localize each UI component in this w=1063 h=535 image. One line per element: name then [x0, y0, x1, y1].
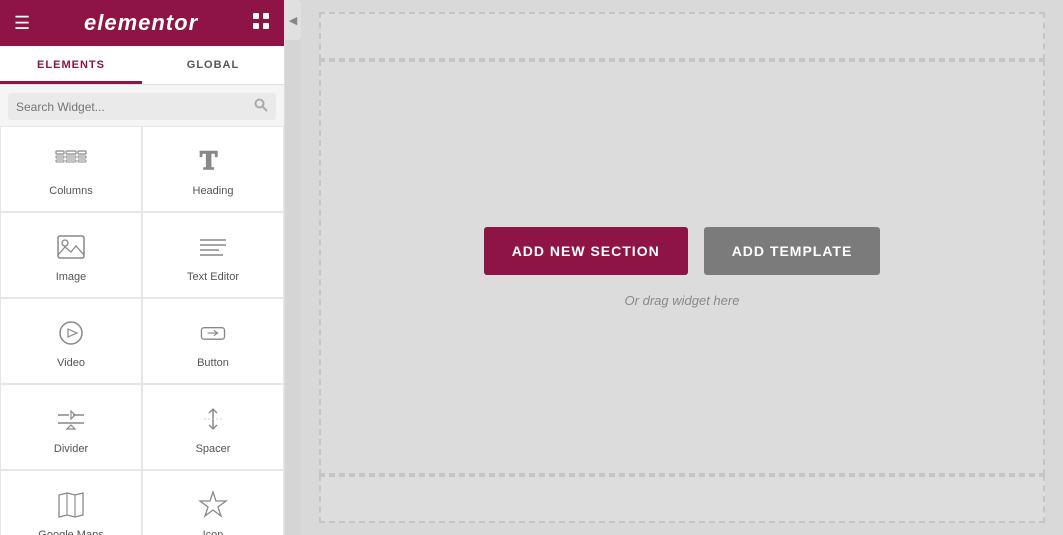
widget-button[interactable]: Button	[142, 298, 284, 384]
widget-icon[interactable]: Icon	[142, 470, 284, 535]
svg-text:T: T	[200, 146, 217, 175]
widget-spacer-label: Spacer	[196, 443, 231, 455]
widget-image[interactable]: Image	[0, 212, 142, 298]
widget-text-editor-label: Text Editor	[187, 271, 239, 283]
search-input[interactable]	[16, 100, 254, 114]
text-editor-icon	[197, 231, 229, 263]
widget-grid: Columns T Heading Image	[0, 126, 284, 535]
widget-video-label: Video	[57, 357, 85, 369]
icon-widget-icon	[197, 489, 229, 521]
widget-button-label: Button	[197, 357, 229, 369]
canvas-action-buttons: ADD NEW SECTION ADD TEMPLATE	[484, 227, 881, 275]
columns-icon	[55, 145, 87, 177]
widget-text-editor[interactable]: Text Editor	[142, 212, 284, 298]
widget-columns[interactable]: Columns	[0, 126, 142, 212]
divider-icon	[55, 403, 87, 435]
widget-divider-label: Divider	[54, 443, 88, 455]
spacer-icon	[197, 403, 229, 435]
widget-divider[interactable]: Divider	[0, 384, 142, 470]
widget-google-maps[interactable]: Google Maps	[0, 470, 142, 535]
grid-icon[interactable]	[252, 12, 270, 35]
main-canvas: ADD NEW SECTION ADD TEMPLATE Or drag wid…	[301, 0, 1063, 535]
tab-elements[interactable]: ELEMENTS	[0, 46, 142, 84]
sidebar-collapse-handle[interactable]: ◀	[285, 0, 301, 40]
drag-hint: Or drag widget here	[625, 293, 740, 308]
sidebar: ☰ elementor ELEMENTS GLOBAL	[0, 0, 285, 535]
widget-map-label: Google Maps	[38, 529, 103, 535]
tab-global[interactable]: GLOBAL	[142, 46, 284, 84]
canvas-center-area: ADD NEW SECTION ADD TEMPLATE Or drag wid…	[319, 60, 1045, 475]
sidebar-tabs: ELEMENTS GLOBAL	[0, 46, 284, 85]
hamburger-icon[interactable]: ☰	[14, 13, 30, 34]
widget-icon-label: Icon	[203, 529, 224, 535]
canvas-bottom-section	[319, 475, 1045, 523]
elementor-logo: elementor	[84, 10, 198, 36]
map-icon	[55, 489, 87, 521]
heading-icon: T	[197, 145, 229, 177]
widget-image-label: Image	[56, 271, 87, 283]
video-icon	[55, 317, 87, 349]
add-new-section-button[interactable]: ADD NEW SECTION	[484, 227, 688, 275]
widget-heading[interactable]: T Heading	[142, 126, 284, 212]
search-icon	[254, 98, 268, 115]
sidebar-header: ☰ elementor	[0, 0, 284, 46]
widget-video[interactable]: Video	[0, 298, 142, 384]
widget-columns-label: Columns	[49, 185, 92, 197]
collapse-arrow-icon: ◀	[289, 14, 297, 27]
add-template-button[interactable]: ADD TEMPLATE	[704, 227, 881, 275]
canvas-top-section	[319, 12, 1045, 60]
widget-spacer[interactable]: Spacer	[142, 384, 284, 470]
widget-heading-label: Heading	[193, 185, 234, 197]
search-bar	[8, 93, 276, 120]
button-icon	[197, 317, 229, 349]
image-icon	[55, 231, 87, 263]
